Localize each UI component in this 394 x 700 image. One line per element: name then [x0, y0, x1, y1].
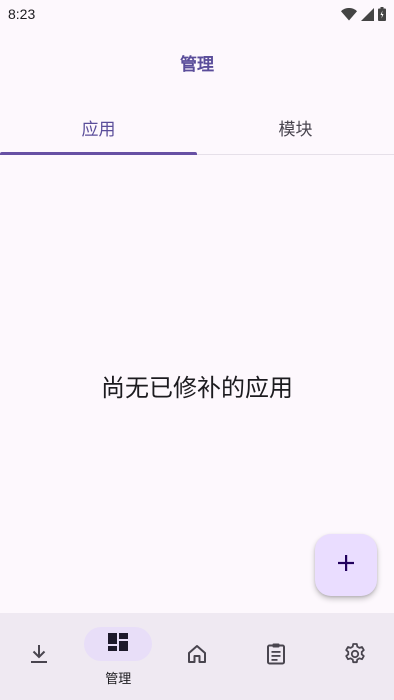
screen: 8:23 管理 应用 模块 尚无已修补的应用 管理 [0, 0, 394, 700]
download-icon [29, 643, 49, 669]
nav-item-logs[interactable] [236, 613, 315, 700]
page-title: 管理 [180, 54, 214, 75]
nav-item-download[interactable] [0, 613, 79, 700]
nav-icon-container [321, 639, 389, 673]
nav-icon-container [163, 639, 231, 673]
clipboard-icon [265, 642, 287, 670]
dashboard-icon [107, 632, 129, 656]
status-time: 8:23 [8, 6, 36, 22]
tab-modules-label: 模块 [278, 119, 313, 140]
tab-apps[interactable]: 应用 [0, 100, 197, 155]
tab-row: 应用 模块 [0, 100, 394, 155]
nav-icon-container [5, 639, 73, 673]
nav-active-indicator [84, 627, 153, 661]
nav-icon-container [242, 639, 310, 673]
nav-item-home[interactable] [158, 613, 237, 700]
battery-icon [378, 7, 386, 21]
tab-indicator [0, 152, 197, 155]
wifi-icon [341, 7, 357, 21]
settings-icon [343, 642, 367, 670]
nav-item-settings[interactable] [315, 613, 394, 700]
signal-icon [361, 7, 374, 21]
tab-modules[interactable]: 模块 [197, 100, 394, 154]
home-icon [186, 643, 208, 669]
nav-label-manage: 管理 [105, 672, 132, 687]
status-icons [341, 7, 386, 21]
nav-item-manage[interactable]: 管理 [79, 613, 158, 700]
status-bar: 8:23 [0, 0, 394, 28]
add-icon [336, 553, 356, 577]
bottom-navigation: 管理 [0, 613, 394, 700]
tab-apps-label: 应用 [81, 119, 116, 140]
add-button[interactable] [315, 534, 377, 596]
empty-state-message: 尚无已修补的应用 [101, 374, 293, 402]
top-app-bar: 管理 [0, 40, 394, 84]
